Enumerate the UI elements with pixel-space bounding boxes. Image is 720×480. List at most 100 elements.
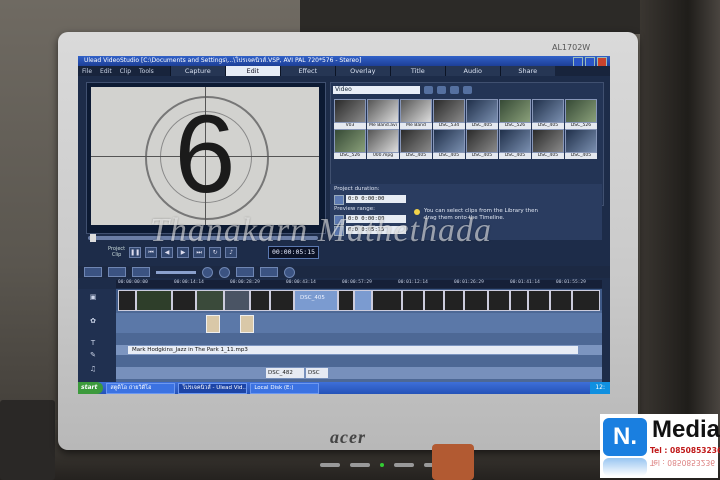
wall-right [640,0,720,480]
thumb-caption: DSC_405 [499,153,531,159]
library-thumb[interactable]: DSC_534 [433,99,465,129]
video-clip[interactable] [572,290,600,311]
ruler-tick: 00:00:00:00 [118,280,148,285]
smart-render-icon[interactable] [236,267,254,277]
library-thumb[interactable]: DSC_405 [400,129,432,159]
tab-capture[interactable]: Capture [169,66,225,76]
video-clip[interactable] [464,290,488,311]
record-icon[interactable] [260,267,278,277]
library-thumb[interactable]: DSC_526 [565,99,597,129]
settings-icon[interactable] [284,266,295,278]
video-clip[interactable] [528,290,550,311]
logo-mark: N. [603,418,647,456]
monitor-button[interactable] [350,463,370,467]
library-category-select[interactable]: Video [333,86,420,94]
voice-track-icon[interactable]: ✎ [88,351,98,359]
music-clip[interactable]: Mark Hodgkins_Jazz in The Park 1_11.mp3 [128,346,578,354]
undo-icon[interactable] [202,266,213,278]
library-thumb[interactable]: V03 [334,99,366,129]
thumb-caption: DSC_405 [400,153,432,159]
video-clip[interactable] [136,290,172,311]
video-track-icon[interactable]: ▣ [88,293,98,301]
thumb-caption: DSC_405 [466,153,498,159]
menu-clip[interactable]: Clip [116,68,135,75]
library-thumb[interactable]: Me Band.avi [367,99,399,129]
ruler-tick: 00:01:41:14 [510,280,540,285]
duration-icon[interactable] [334,195,344,205]
ruler-tick: 00:00:57:29 [342,280,372,285]
monitor-button[interactable] [320,463,340,467]
monitor-button[interactable] [394,463,414,467]
overlay-clip[interactable] [240,315,254,333]
video-clip[interactable] [250,290,270,311]
music-track-icon[interactable]: ♫ [88,365,98,373]
library-thumb[interactable]: DSC_405 [433,129,465,159]
library-thumb[interactable]: DSC_526 [499,99,531,129]
library-thumb[interactable]: DSC_405 [466,129,498,159]
wall-top [300,0,640,34]
monitor-brand: acer [330,427,366,447]
library-thumb[interactable]: 000.mpg [367,129,399,159]
menu-file[interactable]: File [78,68,96,75]
menu-tools[interactable]: Tools [135,68,158,75]
taskbar-item[interactable]: Local Disk (E:) [250,382,320,394]
video-clip[interactable] [118,290,136,311]
video-clip[interactable] [224,290,250,311]
video-clip[interactable] [444,290,464,311]
video-clip[interactable] [354,290,372,311]
title-track: DSC_482 DSC [116,367,602,379]
tab-title[interactable]: Title [389,66,445,76]
menu-edit[interactable]: Edit [96,68,116,75]
library-thumb[interactable]: DSC_405 [532,99,564,129]
video-clip[interactable] [550,290,572,311]
library-thumb[interactable]: Me Band [400,99,432,129]
video-clip[interactable] [510,290,528,311]
redo-icon[interactable] [219,266,230,278]
tab-overlay[interactable]: Overlay [334,66,390,76]
library-thumb[interactable]: DSC_405 [499,129,531,159]
ruler-tick: 00:00:14:14 [174,280,204,285]
taskbar-item[interactable]: โปรเจคนิวส์ - Ulead Vid... [178,382,248,394]
title-track-icon[interactable]: T [88,339,98,347]
library-thumb[interactable]: DSC_526 [334,129,366,159]
countdown-number: 6 [174,93,236,216]
title-clip[interactable]: DSC [306,368,328,378]
window-title: Ulead VideoStudio [C:\Documents and Sett… [84,57,362,64]
project-clip-toggle[interactable]: Project Clip [108,246,125,258]
tab-audio[interactable]: Audio [444,66,500,76]
video-clip[interactable] [402,290,424,311]
timeline-view-icon[interactable] [108,267,126,277]
video-clip[interactable] [424,290,444,311]
storyboard-view-icon[interactable] [84,267,102,277]
title-clip[interactable]: DSC_482 [266,368,304,378]
view-icon[interactable] [463,86,472,94]
video-clip[interactable] [196,290,224,311]
monitor-model: AL1702W [552,43,591,52]
tab-effect[interactable]: Effect [279,66,335,76]
start-button[interactable]: start [78,382,104,394]
library-thumb[interactable]: DSC_405 [565,129,597,159]
video-clip[interactable] [338,290,354,311]
project-duration-field[interactable]: 0:0 0:00:00 [346,195,406,203]
system-clock[interactable]: 12: [590,382,610,394]
scrubber-knob[interactable] [90,234,96,242]
library-thumb[interactable]: DSC_405 [466,99,498,129]
sort-icon[interactable] [450,86,459,94]
taskbar-item[interactable]: สตูดิโอ ถ่ายวิดีโอ [106,382,176,394]
tab-edit[interactable]: Edit [224,66,280,76]
timeline-ruler[interactable]: 00:00:00:00 00:00:14:14 00:00:28:29 00:0… [116,280,602,288]
speaker [0,400,55,480]
import-icon[interactable] [437,86,446,94]
tab-share[interactable]: Share [499,66,555,76]
overlay-track-icon[interactable]: ✿ [88,317,98,325]
video-clip[interactable] [172,290,196,311]
zoom-slider[interactable] [156,270,196,274]
folder-icon[interactable] [424,86,433,94]
video-clip[interactable] [270,290,294,311]
overlay-clip[interactable] [206,315,220,333]
video-clip[interactable] [488,290,510,311]
audio-view-icon[interactable] [132,267,150,277]
play-pause-icon[interactable]: ❚❚ [129,246,142,258]
library-thumb[interactable]: DSC_405 [532,129,564,159]
video-clip[interactable] [372,290,402,311]
